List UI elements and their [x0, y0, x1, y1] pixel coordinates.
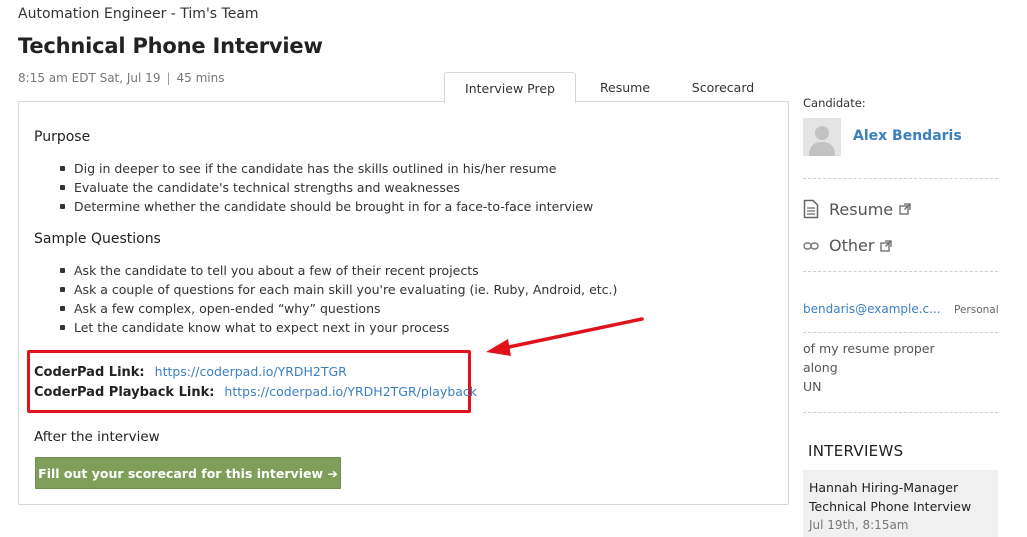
- candidate-note-line: along: [803, 360, 838, 375]
- divider: [803, 332, 998, 333]
- document-icon: [803, 199, 819, 219]
- other-doc-label: Other: [829, 236, 875, 255]
- candidate-name-link[interactable]: Alex Bendaris: [853, 128, 962, 144]
- interview-time: 8:15 am EDT Sat, Jul 19: [18, 71, 161, 85]
- other-doc-link[interactable]: Other: [803, 236, 893, 255]
- fill-scorecard-button[interactable]: Fill out your scorecard for this intervi…: [35, 457, 341, 489]
- job-title: Automation Engineer - Tim's Team: [18, 6, 259, 22]
- coderpad-playback-label: CoderPad Playback Link:: [34, 385, 215, 400]
- list-item: Evaluate the candidate's technical stren…: [59, 178, 593, 197]
- coderpad-link[interactable]: https://coderpad.io/YRDH2TGR: [155, 364, 347, 379]
- purpose-heading: Purpose: [34, 129, 91, 145]
- resume-doc-label: Resume: [829, 199, 894, 219]
- coderpad-playback-link[interactable]: https://coderpad.io/YRDH2TGR/playback: [224, 384, 477, 399]
- interviewer-name: Hannah Hiring-Manager: [809, 480, 959, 495]
- coderpad-highlight-box: [27, 350, 471, 413]
- interview-tabs: Interview Prep Resume Scorecard: [444, 72, 772, 103]
- user-silhouette-icon: [803, 118, 841, 156]
- coderpad-playback-row: CoderPad Playback Link: https://coderpad.…: [34, 384, 477, 400]
- avatar: [803, 118, 841, 156]
- candidate-label: Candidate:: [803, 96, 866, 110]
- interview-prep-panel: Purpose Dig in deeper to see if the cand…: [18, 101, 789, 505]
- external-link-icon: [899, 203, 911, 215]
- tab-scorecard[interactable]: Scorecard: [674, 72, 772, 102]
- external-link-icon: [880, 239, 893, 252]
- divider: [803, 178, 998, 179]
- sample-questions-heading: Sample Questions: [34, 231, 161, 247]
- interview-date: Jul 19th, 8:15am: [809, 518, 909, 532]
- list-item: Ask a couple of questions for each main …: [59, 282, 618, 297]
- candidate-note-line: of my resume proper: [803, 341, 935, 356]
- divider: [803, 271, 998, 272]
- list-item: Dig in deeper to see if the candidate ha…: [59, 159, 593, 178]
- interview-type: Technical Phone Interview: [809, 499, 972, 514]
- tab-interview-prep[interactable]: Interview Prep: [444, 72, 576, 103]
- interview-meta: 8:15 am EDT Sat, Jul 19 | 45 mins: [18, 71, 224, 85]
- candidate-email-link[interactable]: bendaris@example.c...: [803, 302, 943, 316]
- after-interview-label: After the interview: [34, 429, 160, 445]
- email-type-label: Personal: [954, 304, 999, 316]
- page-title: Technical Phone Interview: [18, 34, 323, 58]
- link-icon: [803, 241, 819, 250]
- list-item: Ask the candidate to tell you about a fe…: [59, 261, 617, 280]
- purpose-list: Dig in deeper to see if the candidate ha…: [59, 159, 594, 216]
- resume-doc-link[interactable]: Resume: [803, 199, 911, 219]
- meta-separator: |: [166, 71, 171, 85]
- red-arrow-icon: [486, 317, 644, 356]
- list-item: Determine whether the candidate should b…: [59, 199, 594, 214]
- interviews-heading: INTERVIEWS: [808, 442, 904, 460]
- divider: [803, 412, 998, 413]
- interview-duration: 45 mins: [176, 71, 225, 85]
- coderpad-link-row: CoderPad Link: https://coderpad.io/YRDH2T…: [34, 364, 347, 380]
- interview-card[interactable]: Hannah Hiring-Manager Technical Phone In…: [803, 470, 998, 537]
- tab-resume[interactable]: Resume: [576, 72, 674, 102]
- coderpad-link-label: CoderPad Link:: [34, 365, 145, 380]
- candidate-note-line: UN: [803, 379, 822, 394]
- candidate-sidebar: Candidate: Alex Bendaris Resume Other be…: [803, 0, 1027, 537]
